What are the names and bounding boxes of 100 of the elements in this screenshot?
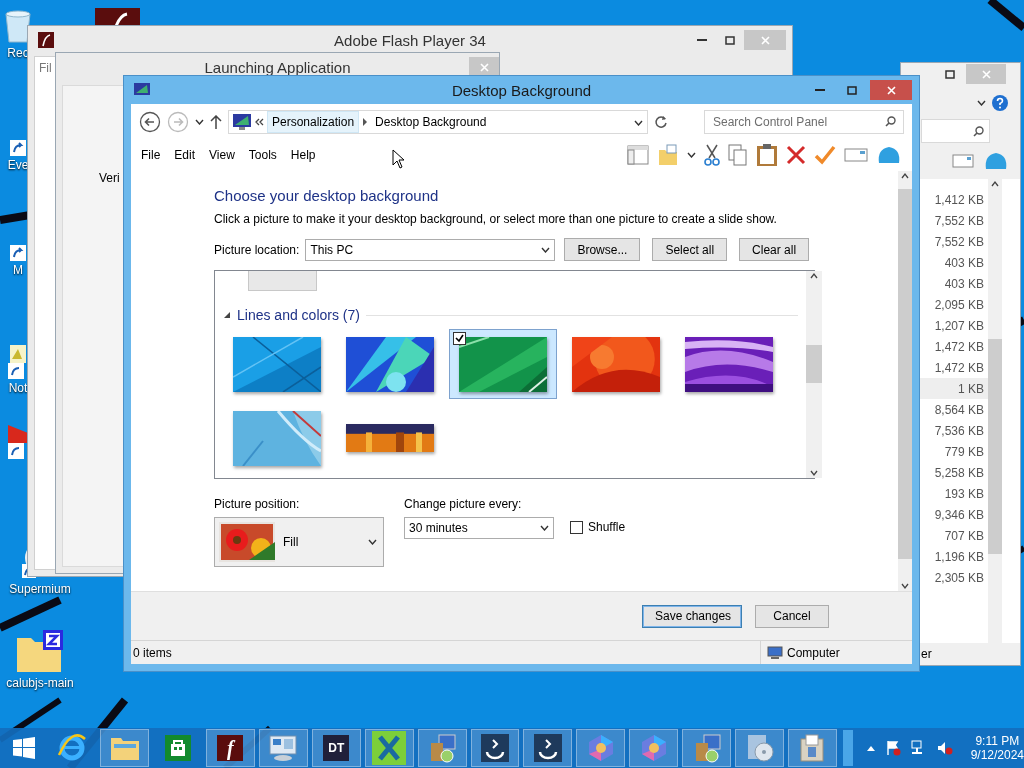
browser-icon bbox=[56, 733, 87, 763]
location-dropdown[interactable]: This PC bbox=[305, 238, 556, 261]
file-size[interactable]: 8,564 KB bbox=[920, 399, 988, 420]
file-size[interactable]: 7,552 KB bbox=[920, 231, 988, 252]
dialog-button[interactable]: Cancel bbox=[755, 604, 829, 628]
icon-label: Not bbox=[8, 381, 28, 395]
caret-icon bbox=[540, 525, 549, 531]
scissors-icon[interactable] bbox=[704, 144, 720, 166]
taskbar-button[interactable]: f bbox=[206, 729, 255, 767]
flag-icon[interactable] bbox=[884, 740, 901, 756]
checkmark-icon[interactable] bbox=[814, 145, 836, 165]
menu-item[interactable]: View bbox=[209, 148, 243, 162]
close-icon bbox=[479, 62, 489, 72]
file-size[interactable]: 403 KB bbox=[920, 252, 988, 273]
menu-item[interactable]: Tools bbox=[248, 148, 285, 162]
icon-label: Eve bbox=[7, 158, 29, 172]
action-button[interactable]: Browse... bbox=[564, 238, 641, 261]
refresh-icon[interactable] bbox=[654, 114, 668, 129]
file-size[interactable]: 7,552 KB bbox=[920, 210, 988, 231]
description: Click a picture to make it your desktop background, or select more than one picture to create a slide show. bbox=[214, 212, 778, 226]
icon-label: M bbox=[13, 263, 23, 277]
computer-icon bbox=[767, 645, 783, 660]
caret-icon bbox=[195, 118, 204, 125]
shell-icon bbox=[984, 151, 1008, 171]
file-size[interactable]: 1,207 KB bbox=[920, 315, 988, 336]
menu-item[interactable]: Edit bbox=[174, 148, 204, 162]
file-size[interactable]: 1,196 KB bbox=[920, 546, 988, 567]
package-icon bbox=[798, 733, 827, 763]
dialog-button[interactable]: Save changes bbox=[642, 604, 742, 628]
dialog-title: Launching Application bbox=[204, 58, 351, 76]
thumbnail-edge bbox=[248, 271, 317, 291]
file-size[interactable]: 2,095 KB bbox=[920, 294, 988, 315]
taskbar-button[interactable] bbox=[470, 729, 520, 767]
search-icon bbox=[885, 115, 896, 127]
file-size[interactable]: 1,472 KB bbox=[920, 357, 988, 378]
minimize-icon bbox=[815, 89, 825, 91]
file-size[interactable]: 779 KB bbox=[920, 441, 988, 462]
scrollbar-thumb[interactable] bbox=[988, 339, 1002, 554]
file-size[interactable]: 403 KB bbox=[920, 273, 988, 294]
search-field[interactable]: Search Control Panel bbox=[704, 109, 904, 134]
icon-label: Supermium bbox=[9, 582, 71, 596]
file-size[interactable]: 1,412 KB bbox=[920, 189, 988, 210]
delete-icon[interactable] bbox=[786, 145, 806, 165]
menu-item[interactable]: Help bbox=[290, 148, 324, 162]
menu-tab[interactable]: Fil bbox=[35, 61, 52, 75]
checkbox[interactable] bbox=[570, 520, 583, 534]
envelope-icon[interactable] bbox=[844, 148, 868, 162]
dialog-text: Veri bbox=[99, 171, 120, 185]
chevron-up-icon[interactable] bbox=[866, 745, 875, 751]
taskbar-button[interactable]: DT bbox=[311, 729, 361, 767]
speaker-icon[interactable] bbox=[936, 740, 953, 756]
collapse-icon[interactable] bbox=[223, 311, 231, 319]
file-size[interactable]: 193 KB bbox=[920, 483, 988, 504]
scroll-up-icon bbox=[990, 179, 1000, 189]
file-size[interactable]: 1,472 KB bbox=[920, 336, 988, 357]
field-label: Change picture every: bbox=[404, 497, 523, 511]
clipboard-icon[interactable] bbox=[756, 143, 778, 167]
file-size[interactable]: 707 KB bbox=[920, 525, 988, 546]
address-bar[interactable]: Personalization Desktop Background bbox=[228, 109, 648, 134]
file-size[interactable]: 1 KB bbox=[920, 378, 988, 399]
checkbox[interactable] bbox=[453, 332, 466, 345]
shortcut-icon bbox=[10, 140, 26, 156]
scroll-up-icon bbox=[809, 271, 819, 281]
action-button[interactable]: Clear all bbox=[739, 238, 810, 261]
file-size[interactable]: 9,346 KB bbox=[920, 504, 988, 525]
envelope-icon bbox=[952, 154, 974, 168]
caret-icon bbox=[634, 119, 643, 126]
clock-date: 9/12/2024 bbox=[970, 748, 1024, 762]
file-size[interactable]: 2,305 KB bbox=[920, 567, 988, 588]
breadcrumb[interactable]: Desktop Background bbox=[371, 111, 491, 132]
control-panel-icon bbox=[268, 734, 299, 762]
close-button[interactable] bbox=[469, 57, 499, 77]
app-tile-icon bbox=[95, 8, 140, 25]
file-size[interactable]: 5,258 KB bbox=[920, 462, 988, 483]
field-label: Picture position: bbox=[214, 497, 301, 511]
caret-icon bbox=[368, 539, 377, 545]
caret-icon bbox=[541, 246, 551, 253]
action-button[interactable]: Select all bbox=[652, 238, 728, 261]
maximize-icon bbox=[725, 35, 735, 45]
close-icon bbox=[981, 69, 991, 79]
up-arrow-icon[interactable] bbox=[210, 114, 222, 129]
minimize-icon bbox=[697, 39, 707, 41]
back-icon[interactable] bbox=[139, 110, 161, 133]
disc-drive-icon bbox=[533, 734, 562, 762]
media-icon bbox=[8, 425, 28, 461]
scrollbar-thumb[interactable] bbox=[806, 345, 822, 383]
taskbar-button[interactable] bbox=[523, 729, 573, 767]
zip-folder-icon bbox=[15, 630, 65, 674]
thumbnail[interactable] bbox=[449, 329, 557, 399]
copy-icon[interactable] bbox=[728, 144, 748, 166]
maximize-icon bbox=[847, 85, 857, 95]
menu-item[interactable]: File bbox=[141, 148, 169, 162]
notepad-icon bbox=[8, 345, 28, 379]
position-dropdown[interactable]: Fill bbox=[214, 517, 384, 567]
shell-icon[interactable] bbox=[876, 145, 902, 165]
file-size[interactable]: 7,536 KB bbox=[920, 420, 988, 441]
interval-dropdown[interactable]: 30 minutes bbox=[404, 517, 554, 539]
close-button[interactable] bbox=[870, 80, 912, 100]
breadcrumb[interactable]: Personalization bbox=[267, 110, 360, 133]
maximize-icon bbox=[945, 69, 955, 79]
